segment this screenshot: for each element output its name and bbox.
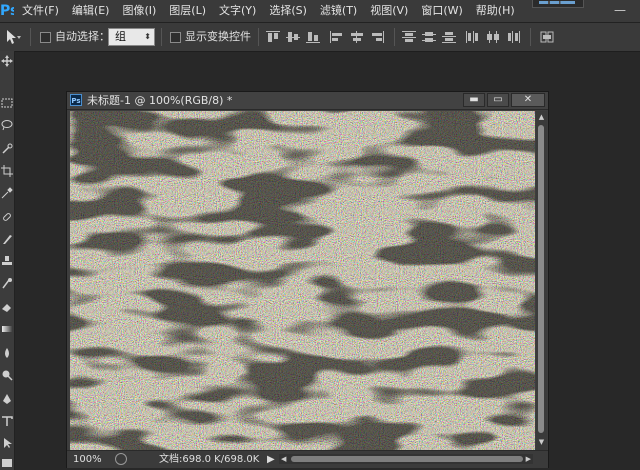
align-horizontal-centers-icon[interactable] <box>350 31 364 43</box>
distribute-left-edges-icon[interactable] <box>466 31 480 43</box>
align-right-edges-icon[interactable] <box>370 31 384 43</box>
lasso-tool-icon[interactable] <box>1 119 13 131</box>
auto-select-checkbox[interactable] <box>40 32 51 43</box>
show-transform-label: 显示变换控件 <box>185 30 251 43</box>
vertical-scrollbar[interactable]: ▲ ▼ <box>536 111 547 450</box>
zoom-level-field[interactable]: 100% <box>73 453 102 466</box>
document-window: Ps 未标题-1 @ 100%(RGB/8) * ▬ ▭ ✕ ▲ ▼ 100% … <box>66 91 549 468</box>
menu-file[interactable]: 文件(F) <box>22 0 66 22</box>
document-status-bar: 100% 文档:698.0 K/698.0K ▶ ◀ ▶ <box>67 450 548 468</box>
dodge-tool-icon[interactable] <box>1 369 13 381</box>
menu-image[interactable]: 图像(I) <box>122 0 163 22</box>
distribute-top-edges-icon[interactable] <box>402 31 416 43</box>
status-menu-arrow-icon[interactable]: ▶ <box>267 453 275 466</box>
menu-filter[interactable]: 滤镜(T) <box>320 0 364 22</box>
document-minimize-button[interactable]: ▬ <box>463 93 485 107</box>
menu-window[interactable]: 窗口(W) <box>421 0 469 22</box>
workspace-switcher[interactable] <box>532 0 584 8</box>
workspace-bars-icon <box>539 1 575 4</box>
document-title: 未标题-1 @ 100%(RGB/8) * <box>87 94 233 107</box>
eraser-tool-icon[interactable] <box>1 301 13 313</box>
document-size-info: 文档:698.0 K/698.0K <box>159 454 260 465</box>
chevron-updown-icon: ⬍ <box>144 32 151 41</box>
distribute-right-edges-icon[interactable] <box>506 31 520 43</box>
document-maximize-button[interactable]: ▭ <box>487 93 509 107</box>
tools-panel <box>0 51 15 470</box>
options-separator <box>30 28 31 46</box>
menu-items: 文件(F) 编辑(E) 图像(I) 图层(L) 文字(Y) 选择(S) 滤镜(T) 视图(V)… <box>22 0 528 22</box>
menu-view[interactable]: 视图(V) <box>370 0 415 22</box>
app-logo: Ps <box>0 3 14 19</box>
auto-select-label: 自动选择： <box>55 30 110 43</box>
distribute-horizontal-centers-icon[interactable] <box>486 31 500 43</box>
noise-pattern-canvas[interactable] <box>70 111 535 450</box>
distribute-bottom-edges-icon[interactable] <box>442 31 456 43</box>
options-bar: 自动选择： 组 ⬍ 显示变换控件 <box>0 23 640 52</box>
rectangle-tool-icon[interactable] <box>1 457 13 469</box>
align-left-edges-icon[interactable] <box>330 31 344 43</box>
menu-help[interactable]: 帮助(H) <box>476 0 522 22</box>
quick-selection-tool-icon[interactable] <box>1 143 13 155</box>
move-tool-preset-icon[interactable] <box>2 28 24 46</box>
status-info-icon[interactable] <box>115 453 127 465</box>
history-brush-tool-icon[interactable] <box>1 277 13 289</box>
healing-brush-tool-icon[interactable] <box>1 211 13 223</box>
menu-type[interactable]: 文字(Y) <box>219 0 263 22</box>
scroll-left-icon[interactable]: ◀ <box>281 454 286 464</box>
marquee-tool-icon[interactable] <box>1 97 13 109</box>
menu-bar: Ps 文件(F) 编辑(E)图像(I) 图层(L) 文字(Y) 选择(S) 滤镜(T) 视图… <box>0 0 640 23</box>
blur-tool-icon[interactable] <box>1 347 13 359</box>
options-separator <box>258 28 259 46</box>
move-tool-icon[interactable] <box>1 55 13 67</box>
auto-align-layers-icon[interactable] <box>540 31 554 43</box>
auto-select-target-value: 组 <box>115 30 126 43</box>
vertical-scroll-thumb[interactable] <box>538 125 544 433</box>
align-top-edges-icon[interactable] <box>266 31 280 43</box>
pen-tool-icon[interactable] <box>1 393 13 405</box>
distribute-vertical-centers-icon[interactable] <box>422 31 436 43</box>
show-transform-checkbox[interactable] <box>170 32 181 43</box>
align-bottom-edges-icon[interactable] <box>306 31 320 43</box>
ps-document-icon: Ps <box>70 94 82 106</box>
eyedropper-tool-icon[interactable] <box>1 187 13 199</box>
gradient-tool-icon[interactable] <box>1 323 13 335</box>
menu-layer[interactable]: 图层(L) <box>169 0 213 22</box>
menu-select[interactable]: 选择(S) <box>269 0 314 22</box>
options-separator <box>530 28 531 46</box>
options-separator <box>394 28 395 46</box>
path-selection-tool-icon[interactable] <box>1 437 13 449</box>
horizontal-scroll-thumb[interactable] <box>291 456 523 462</box>
type-tool-icon[interactable] <box>1 415 13 427</box>
document-canvas-area[interactable] <box>70 111 535 450</box>
options-separator <box>161 28 162 46</box>
crop-tool-icon[interactable] <box>1 165 13 177</box>
align-vertical-centers-icon[interactable] <box>286 31 300 43</box>
scroll-right-icon[interactable]: ▶ <box>526 454 531 464</box>
menu-edit[interactable]: 编辑(E) <box>72 0 117 22</box>
document-title-bar[interactable]: Ps 未标题-1 @ 100%(RGB/8) * ▬ ▭ ✕ <box>67 92 548 110</box>
horizontal-scrollbar[interactable]: ◀ ▶ <box>279 454 533 464</box>
app-minimize-button[interactable]: — <box>612 2 628 18</box>
auto-select-target-dropdown[interactable]: 组 ⬍ <box>108 28 155 46</box>
scroll-up-icon[interactable]: ▲ <box>537 113 546 122</box>
brush-tool-icon[interactable] <box>1 233 13 245</box>
scroll-down-icon[interactable]: ▼ <box>537 438 546 447</box>
document-close-button[interactable]: ✕ <box>511 93 545 107</box>
clone-stamp-tool-icon[interactable] <box>1 255 13 267</box>
